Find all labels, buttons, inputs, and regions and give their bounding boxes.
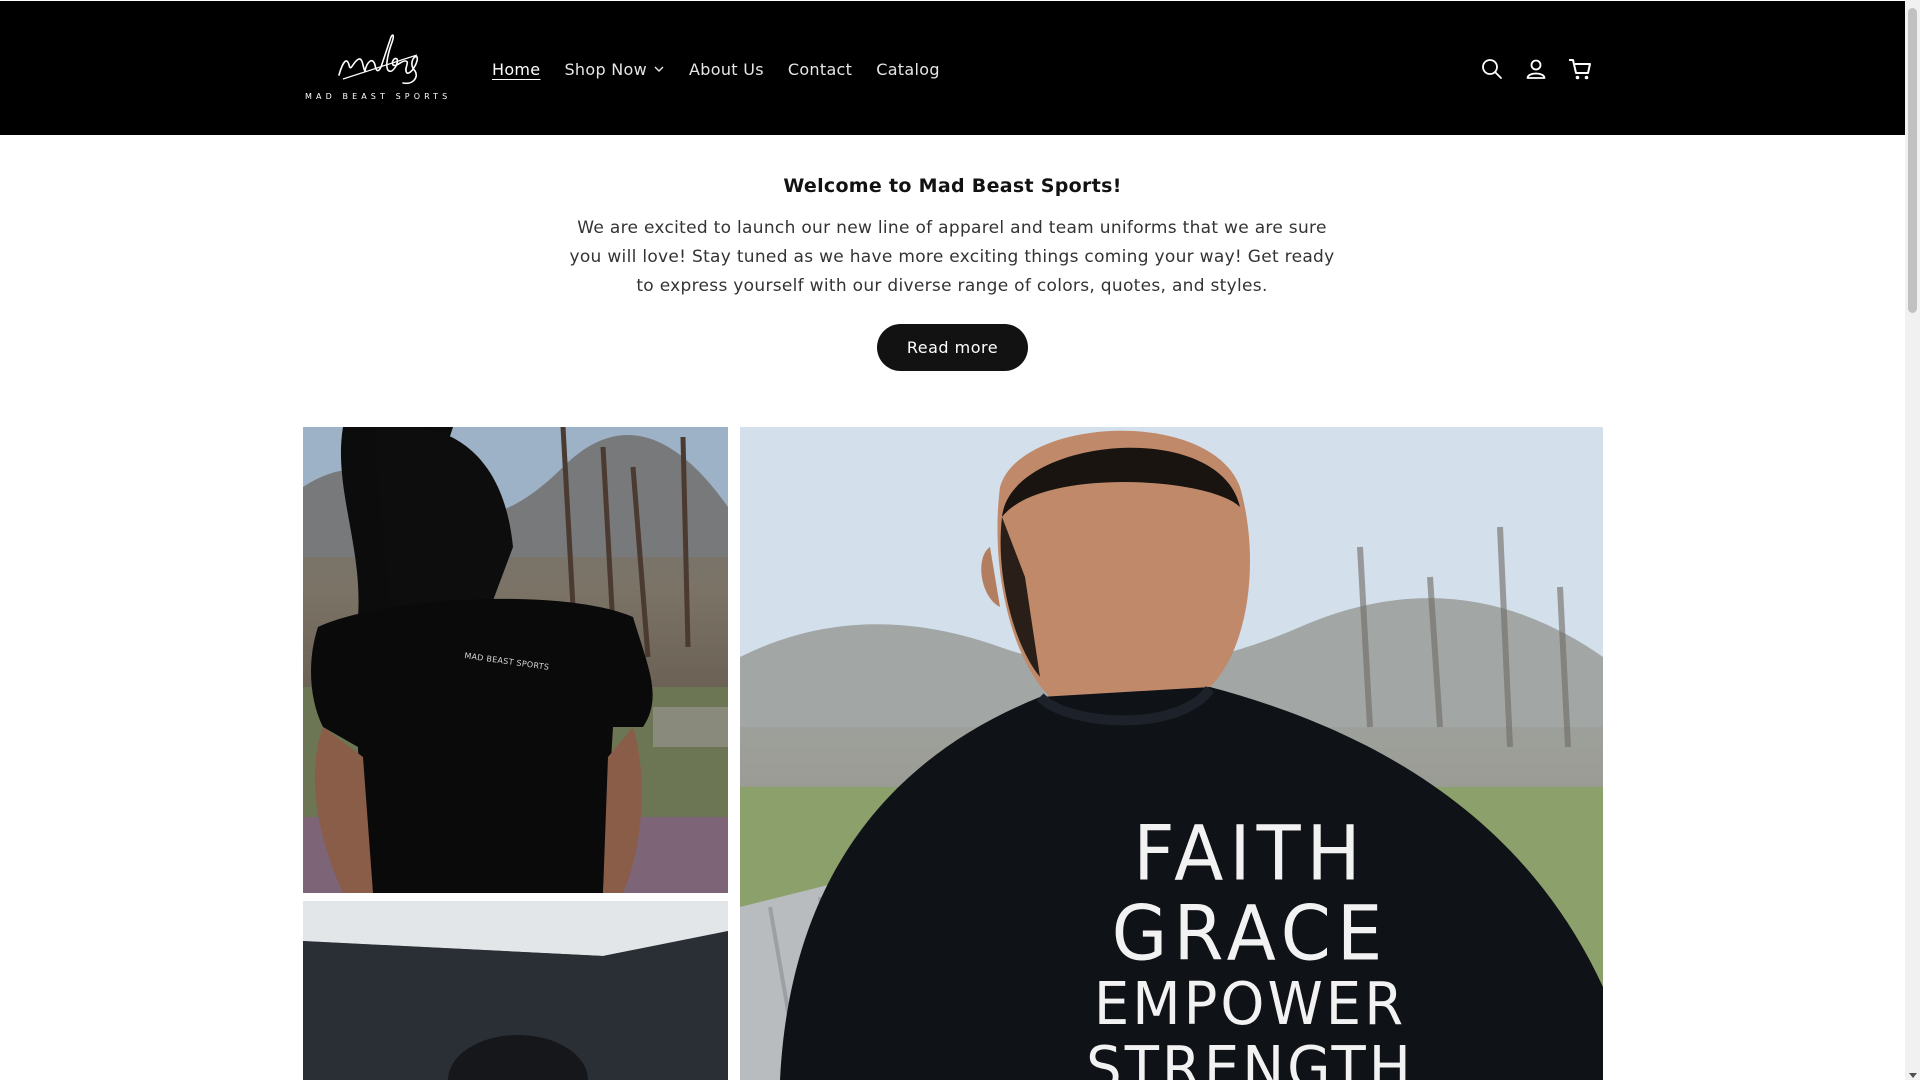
main-nav: Home Shop Now About Us Contact Catalog	[492, 57, 964, 81]
nav-catalog-label: Catalog	[876, 59, 940, 79]
intro-text: We are excited to launch our new line of…	[569, 218, 1335, 296]
intro-title: Welcome to Mad Beast Sports!	[783, 175, 1122, 197]
nav-about-us[interactable]: About Us	[689, 60, 764, 79]
read-more-button[interactable]: Read more	[877, 324, 1028, 371]
search-icon	[1482, 59, 1502, 79]
cart-icon	[1569, 59, 1591, 80]
search-button[interactable]	[1478, 55, 1506, 83]
nav-shop-now[interactable]: Shop Now	[564, 60, 665, 79]
shirt-word-faith: FAITH	[1133, 808, 1367, 898]
chevron-down-icon	[654, 66, 664, 72]
page: MAD BEAST SPORTS Home Shop Now About Us …	[0, 0, 1905, 1080]
nav-contact-label: Contact	[787, 59, 853, 79]
logo-wordmark: MAD BEAST SPORTS	[305, 92, 452, 101]
cart-button[interactable]	[1566, 55, 1594, 83]
logo-script-mark	[338, 34, 419, 85]
shirt-word-strength: STRENGTH	[1086, 1034, 1414, 1080]
nav-shop-now-label: Shop Now	[564, 59, 648, 79]
nav-home-label: Home	[492, 59, 541, 79]
shirt-word-grace: GRACE	[1111, 888, 1389, 978]
site-header: MAD BEAST SPORTS Home Shop Now About Us …	[0, 1, 1905, 135]
nav-about-us-label: About Us	[689, 59, 764, 79]
nav-contact[interactable]: Contact	[788, 60, 852, 79]
nav-catalog[interactable]: Catalog	[876, 60, 940, 79]
scrollbar-thumb[interactable]	[1908, 8, 1917, 313]
site-logo[interactable]: MAD BEAST SPORTS	[305, 31, 451, 107]
account-icon	[1526, 59, 1546, 79]
nav-home[interactable]: Home	[492, 60, 540, 79]
page-scrollbar[interactable]	[1905, 0, 1920, 1080]
account-button[interactable]	[1522, 55, 1550, 83]
scroll-down-arrow-icon[interactable]	[1909, 1073, 1917, 1078]
collage-photo-third[interactable]	[303, 901, 728, 1080]
shirt-word-empower: EMPOWER	[1093, 970, 1407, 1039]
third-photo-illustration	[303, 901, 728, 1080]
collage-photo-woman[interactable]: MAD BEAST SPORTS	[303, 427, 728, 893]
collage-photo-man[interactable]: FAITH GRACE EMPOWER STRENGTH	[740, 427, 1603, 1080]
header-actions	[1478, 55, 1610, 83]
shirt-words: FAITH GRACE EMPOWER STRENGTH	[1040, 808, 1460, 1080]
